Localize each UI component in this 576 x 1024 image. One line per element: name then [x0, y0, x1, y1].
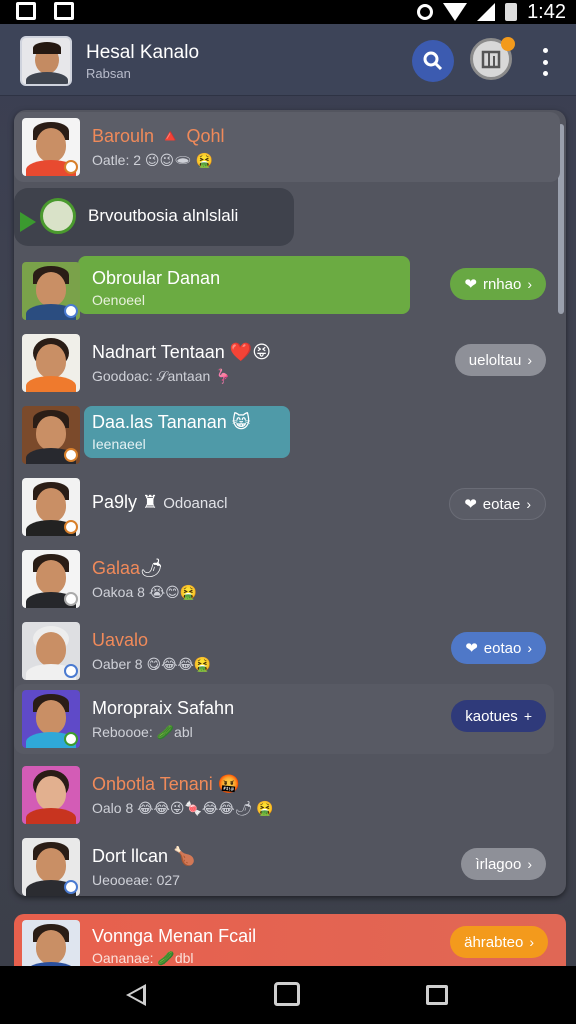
avatar — [22, 550, 80, 608]
app-bar: Hesal Kanalo Rabsan — [0, 24, 576, 96]
search-icon — [423, 51, 443, 71]
navigation-bar — [0, 966, 576, 1024]
promo-action-button[interactable]: ährabteo › — [450, 926, 548, 958]
avatar — [22, 690, 80, 748]
recents-icon[interactable] — [426, 985, 448, 1005]
store-button[interactable] — [470, 37, 515, 80]
avatar — [22, 622, 80, 680]
chat-preview: Ieenaeel — [92, 436, 146, 452]
chat-preview: Oaber 8 😋😂😂🤮 — [92, 656, 212, 672]
chat-name: Obroular Danan — [92, 268, 221, 288]
home-icon[interactable] — [274, 982, 300, 1006]
chat-row[interactable]: Nadnart Tentaan ❤️😝 Goodoac: 𝒮antaan 🦩 u… — [14, 328, 554, 398]
battery-icon — [505, 3, 518, 21]
heart-icon: ❤ — [464, 276, 477, 293]
chat-name: Onbotla Tenani 🤬 — [92, 774, 241, 794]
store-icon — [481, 50, 501, 69]
page-title: Hesal Kanalo — [86, 42, 200, 63]
app-screen: Hesal Kanalo Rabsan Barouln 🔺 Qohl Oatle… — [0, 24, 576, 966]
chat-name: Galaa🌶 — [92, 558, 163, 578]
chat-name: Moropraix Safahn — [92, 698, 235, 718]
profile-avatar[interactable] — [20, 36, 72, 86]
chat-name: Barouln 🔺 Qohl — [92, 126, 225, 146]
action-button[interactable]: kaotues + — [451, 700, 546, 732]
chat-preview: Oatle: 2 😉😉🕳 🤮 — [92, 152, 214, 168]
action-button[interactable]: ❤ rnhao › — [450, 268, 546, 300]
chat-row[interactable]: Obroular Danan Oenoeel ❤ rnhao › — [14, 256, 554, 326]
chat-row[interactable]: Moropraix Safahn Reboooe: 🥒abl kaotues + — [14, 684, 554, 754]
wifi-icon — [443, 3, 468, 21]
avatar — [22, 118, 80, 176]
group-header[interactable]: Brvoutbosia alnlslali — [14, 188, 294, 246]
heart-icon: ❤ — [465, 640, 478, 657]
signal-icon — [477, 3, 496, 21]
chat-row[interactable]: Onbotla Tenani 🤬 Oalo 8 😂😂😜🍬😂😂🌶 🤮 — [14, 760, 554, 830]
status-bar: 1:42 — [0, 0, 576, 24]
chat-preview: Ueooeae: 027 — [92, 872, 180, 888]
action-button[interactable]: ❤ eotao › — [451, 632, 546, 664]
alarm-icon — [417, 4, 434, 20]
chat-preview: Reboooe: 🥒abl — [92, 724, 193, 740]
chat-row[interactable]: Daa.las Tananan 😸 Ieenaeel — [14, 400, 554, 470]
notification-badge — [501, 37, 515, 51]
avatar — [22, 838, 80, 896]
promo-preview: Oananae: 🥒dbl — [92, 950, 194, 966]
status-time: 1:42 — [527, 0, 566, 23]
avatar — [22, 406, 80, 464]
notification-icon — [16, 2, 36, 20]
chat-row[interactable]: Dort llcan 🍗 Ueooeae: 027 ìrlagoo › — [14, 832, 554, 902]
action-button[interactable]: ìrlagoo › — [461, 848, 546, 880]
action-button[interactable]: ueloltau › — [454, 344, 546, 376]
chat-row[interactable]: Pa9ly ♜ Odoanacl ❤ eotae › — [14, 472, 554, 542]
chat-preview: Goodoac: 𝒮antaan 🦩 — [92, 368, 232, 384]
gallery-notification-icon — [54, 2, 74, 20]
chat-row[interactable]: Galaa🌶 Oakoa 8 😭😊🤮 — [14, 544, 554, 614]
chat-name: Daa.las Tananan 😸 — [92, 412, 251, 432]
avatar — [22, 262, 80, 320]
chat-name: Uavalo — [92, 630, 149, 650]
group-label: Brvoutbosia alnlslali — [88, 206, 239, 225]
chat-name: Pa9ly ♜ Odoanacl — [92, 492, 228, 512]
action-button[interactable]: ❤ eotae › — [449, 488, 546, 520]
chat-preview: Oenoeel — [92, 292, 145, 308]
overflow-menu-button[interactable] — [538, 48, 552, 76]
heart-icon: ❤ — [464, 496, 477, 513]
avatar — [22, 334, 80, 392]
expand-arrow-icon — [20, 212, 36, 232]
promo-card[interactable]: Vonnga Menan Fcail Oananae: 🥒dbl ährabte… — [14, 914, 566, 966]
page-subtitle: Rabsan — [86, 66, 131, 81]
avatar — [22, 920, 80, 966]
group-icon — [40, 198, 76, 234]
chat-name: Nadnart Tentaan ❤️😝 — [92, 342, 271, 362]
chat-preview: Oakoa 8 😭😊🤮 — [92, 584, 198, 600]
promo-name: Vonnga Menan Fcail — [92, 926, 257, 946]
chat-row[interactable]: Uavalo Oaber 8 😋😂😂🤮 ❤ eotao › — [14, 616, 554, 686]
chat-name: Dort llcan 🍗 — [92, 846, 196, 866]
avatar — [22, 478, 80, 536]
chat-row[interactable]: Barouln 🔺 Qohl Oatle: 2 😉😉🕳 🤮 — [14, 112, 560, 182]
search-button[interactable] — [412, 40, 454, 82]
chat-preview: Oalo 8 😂😂😜🍬😂😂🌶 🤮 — [92, 800, 274, 816]
avatar — [22, 766, 80, 824]
